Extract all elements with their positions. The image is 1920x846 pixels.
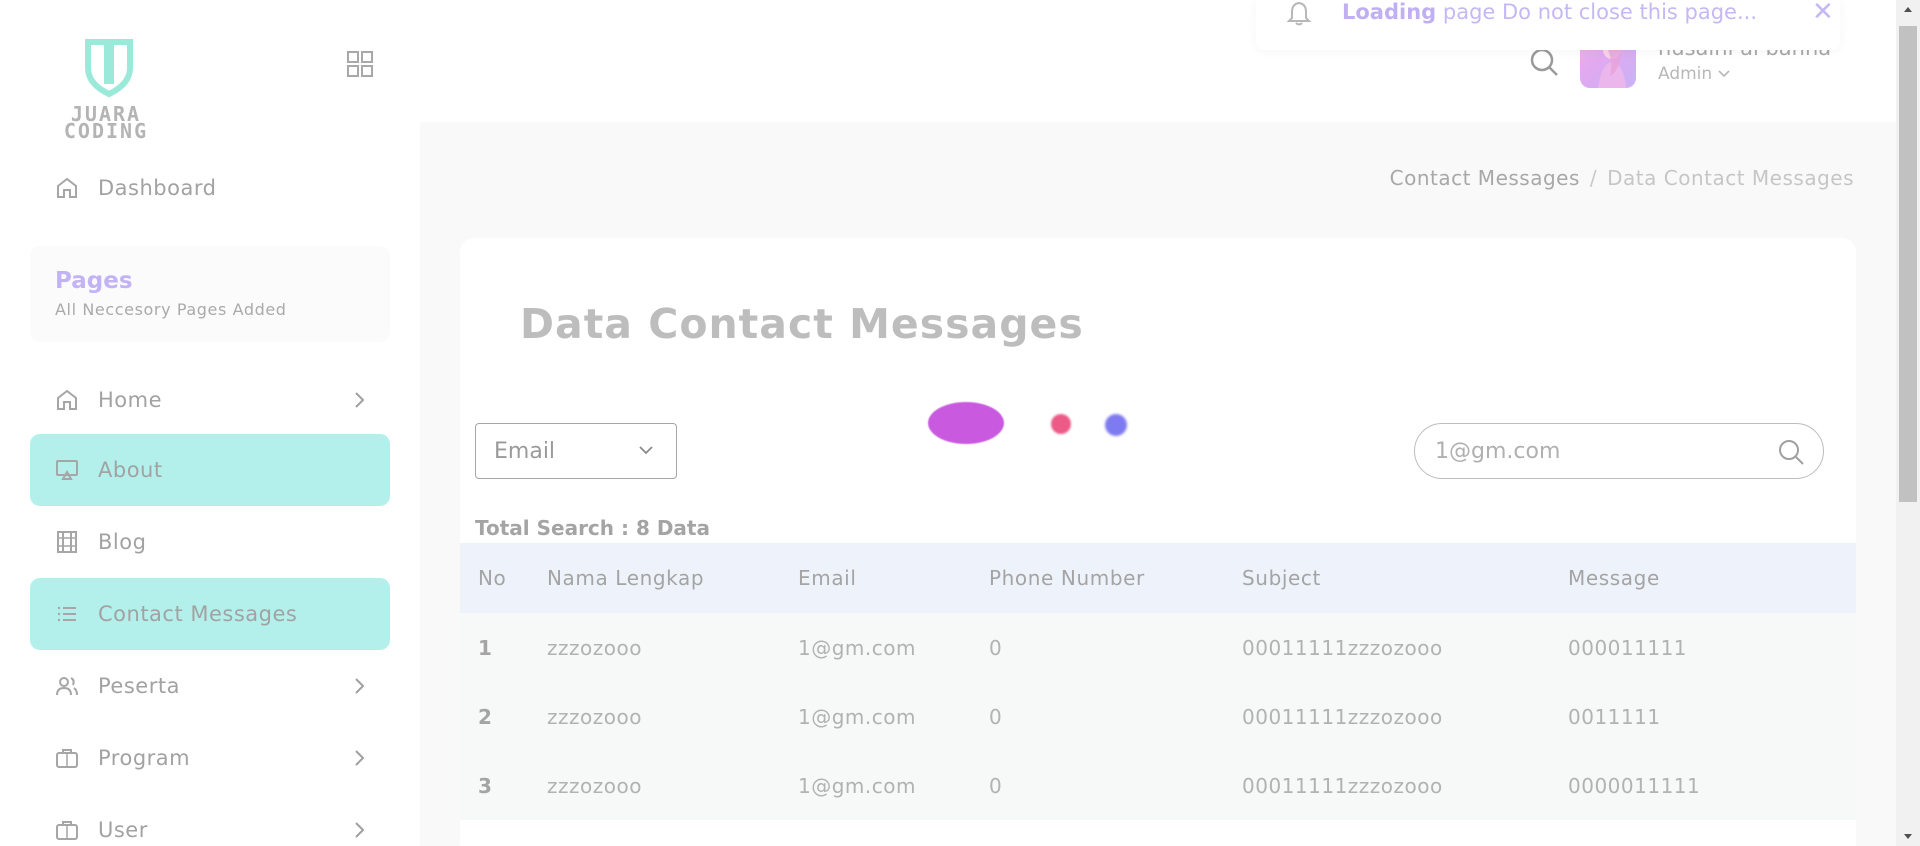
- table-cell: zzzozooo: [547, 704, 642, 729]
- bell-icon: [1286, 1, 1312, 26]
- column-header: No: [478, 566, 507, 590]
- table-cell: zzzozooo: [547, 773, 642, 798]
- column-header: Email: [798, 566, 857, 590]
- table-cell: 1@gm.com: [798, 773, 916, 798]
- user-role-dropdown[interactable]: Admin: [1658, 64, 1730, 84]
- home-icon: [54, 175, 80, 201]
- contact-messages-table: No Nama Lengkap Email Phone Number Subject Me…: [460, 543, 1856, 820]
- search-field[interactable]: [1414, 423, 1824, 479]
- chevron-down-icon: [1718, 70, 1730, 78]
- loader-dot: [928, 402, 1004, 444]
- table-cell: 00011111zzzozooo: [1242, 704, 1443, 729]
- chevron-right-icon: [355, 822, 365, 838]
- table-cell: 0: [989, 635, 1003, 660]
- table-cell: 0: [989, 773, 1003, 798]
- sidebar-item-label: Program: [98, 746, 191, 770]
- search-icon[interactable]: [1777, 438, 1805, 466]
- sidebar-item-blog[interactable]: Blog: [30, 506, 390, 578]
- column-header: Nama Lengkap: [547, 566, 705, 590]
- pages-card: Pages All Neccesory Pages Added: [30, 246, 390, 342]
- list-icon: [54, 601, 80, 627]
- sidebar: JUARA CODING Dashboard Pages All Necceso…: [0, 0, 420, 846]
- loader-dot: [1051, 414, 1071, 434]
- search-input[interactable]: [1435, 438, 1765, 464]
- pages-card-title: Pages: [55, 268, 133, 294]
- scroll-down-icon[interactable]: [1902, 830, 1914, 842]
- table-cell: 2: [478, 704, 493, 729]
- scrollbar-thumb[interactable]: [1899, 26, 1917, 502]
- search-icon[interactable]: [1528, 46, 1560, 78]
- contact-messages-card: Data Contact Messages Email Total Search…: [460, 238, 1856, 846]
- brand-wordmark: JUARA CODING: [63, 102, 149, 143]
- table-row[interactable]: 1 zzzozooo 1@gm.com 0 00011111zzzozooo 000011…: [460, 613, 1856, 682]
- table-row[interactable]: 2 zzzozooo 1@gm.com 0 00011111zzzozooo 001111…: [460, 682, 1856, 751]
- filter-select-value: Email: [494, 438, 556, 464]
- user-role-label: Admin: [1658, 64, 1713, 84]
- breadcrumb-parent[interactable]: Contact Messages: [1390, 166, 1580, 190]
- trophy-logo-icon: [85, 39, 133, 98]
- chevron-right-icon: [355, 750, 365, 766]
- total-search-label: Total Search : 8 Data: [475, 516, 710, 540]
- grid-menu-icon[interactable]: [346, 50, 374, 78]
- table-cell: 00011111zzzozooo: [1242, 773, 1443, 798]
- sidebar-item-peserta[interactable]: Peserta: [30, 650, 390, 722]
- sidebar-item-label: Blog: [98, 530, 147, 554]
- chevron-right-icon: [355, 678, 365, 694]
- sidebar-item-dashboard[interactable]: Dashboard: [30, 152, 390, 224]
- loader-dot: [1105, 414, 1127, 436]
- film-icon: [54, 529, 80, 555]
- table-cell: 3: [478, 773, 493, 798]
- sidebar-item-home[interactable]: Home: [30, 364, 390, 436]
- table-cell: 1@gm.com: [798, 635, 916, 660]
- table-header-row: No Nama Lengkap Email Phone Number Subject Me…: [460, 543, 1856, 613]
- home-icon: [54, 387, 80, 413]
- briefcase-icon: [54, 817, 80, 843]
- sidebar-item-about[interactable]: About: [30, 434, 390, 506]
- close-icon[interactable]: ✕: [1812, 0, 1834, 25]
- page-title: Data Contact Messages: [520, 300, 1084, 348]
- page-scrollbar[interactable]: [1896, 0, 1920, 846]
- users-icon: [54, 673, 80, 699]
- sidebar-item-user[interactable]: User: [30, 794, 390, 846]
- scroll-up-icon[interactable]: [1902, 4, 1914, 16]
- column-header: Message: [1568, 566, 1660, 590]
- table-cell: 1: [478, 635, 493, 660]
- chevron-right-icon: [355, 392, 365, 408]
- loading-spinner: [928, 402, 1128, 448]
- sidebar-item-label: Home: [98, 388, 163, 412]
- breadcrumb-current: Data Contact Messages: [1607, 166, 1854, 190]
- table-cell: 0000011111: [1568, 773, 1701, 798]
- toast-message: Loading page Do not close this page...: [1342, 0, 1757, 24]
- pages-card-subtitle: All Neccesory Pages Added: [55, 300, 287, 319]
- briefcase-icon: [54, 745, 80, 771]
- monitor-icon: [54, 457, 80, 483]
- chevron-down-icon: [639, 446, 653, 455]
- table-cell: zzzozooo: [547, 635, 642, 660]
- breadcrumb: Contact Messages / Data Contact Messages: [1390, 166, 1854, 190]
- sidebar-item-label: About: [98, 458, 163, 482]
- table-cell: 000011111: [1568, 635, 1688, 660]
- table-cell: 0: [989, 704, 1003, 729]
- table-cell: 1@gm.com: [798, 704, 916, 729]
- filter-select[interactable]: Email: [475, 423, 677, 479]
- table-cell: 00011111zzzozooo: [1242, 635, 1443, 660]
- sidebar-item-label: User: [98, 818, 148, 842]
- sidebar-item-label: Peserta: [98, 674, 180, 698]
- loading-toast: Loading page Do not close this page... ✕: [1256, 0, 1840, 50]
- column-header: Phone Number: [989, 566, 1145, 590]
- column-header: Subject: [1242, 566, 1321, 590]
- breadcrumb-separator: /: [1589, 166, 1598, 190]
- table-row[interactable]: 3 zzzozooo 1@gm.com 0 00011111zzzozooo 000001…: [460, 751, 1856, 820]
- sidebar-item-program[interactable]: Program: [30, 722, 390, 794]
- table-cell: 0011111: [1568, 704, 1661, 729]
- brand-logo[interactable]: JUARA CODING: [48, 38, 164, 144]
- sidebar-item-label: Contact Messages: [98, 602, 298, 626]
- sidebar-item-label: Dashboard: [98, 176, 217, 200]
- sidebar-item-contact-messages[interactable]: Contact Messages: [30, 578, 390, 650]
